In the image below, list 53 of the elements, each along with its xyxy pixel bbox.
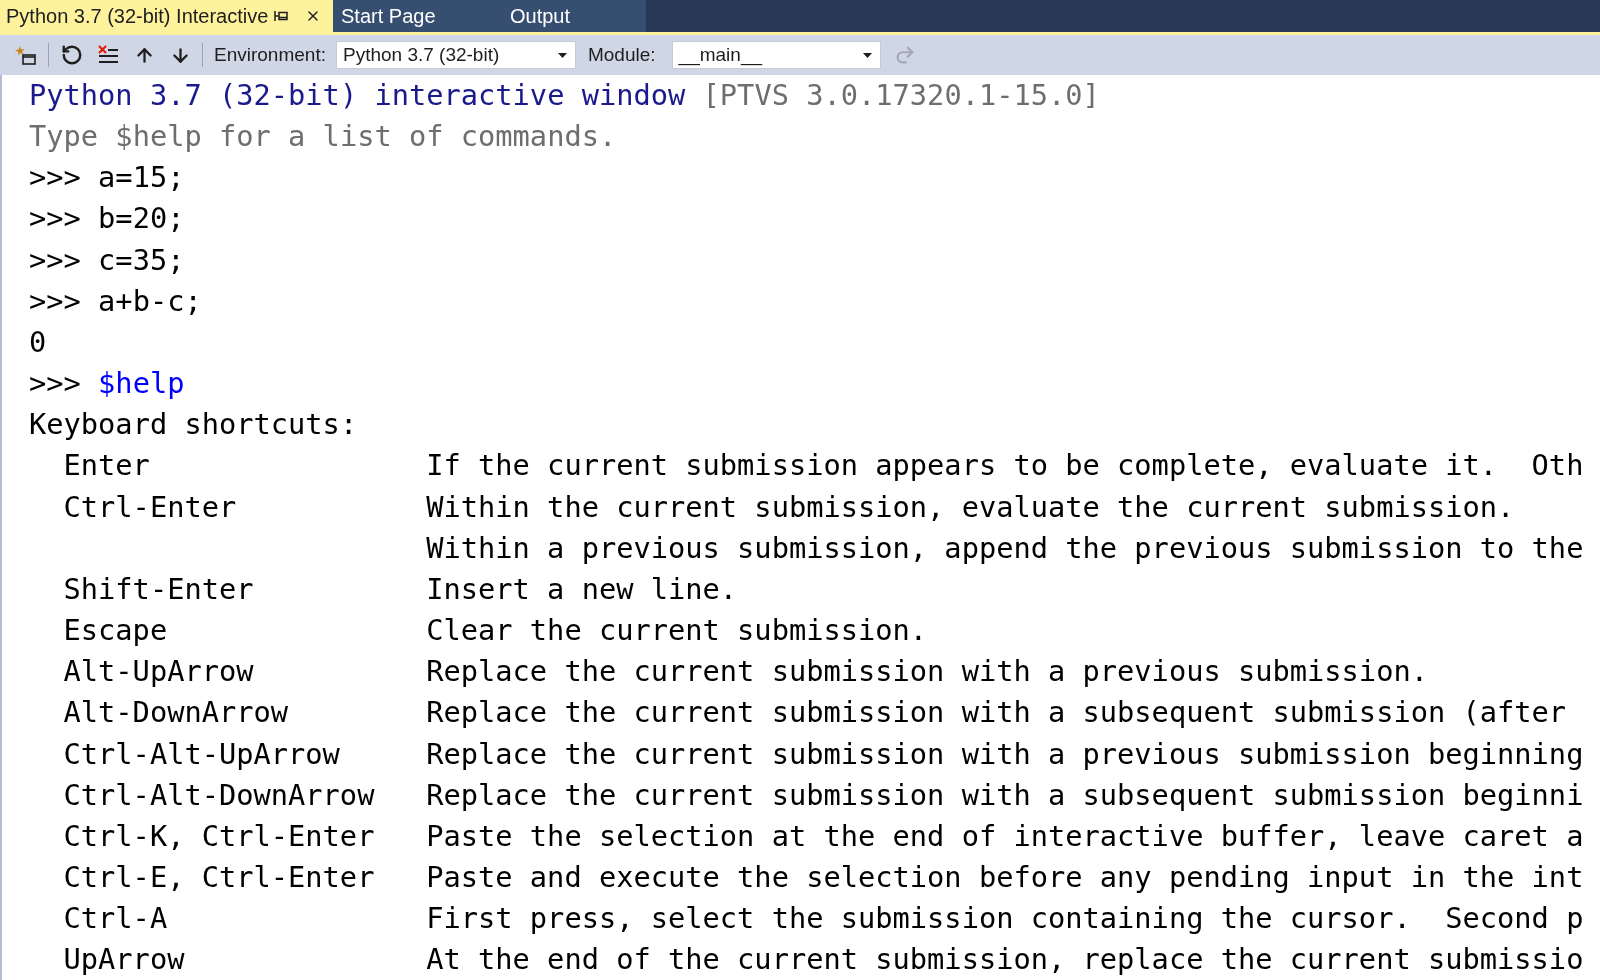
shortcut-description: Within the current submission, evaluate the current submission. [426, 488, 1515, 526]
version-text: [PTVS 3.0.17320.1-15.0] [702, 77, 1100, 114]
shortcut-description: Insert a new line. [426, 570, 738, 608]
shortcut-description: Paste and execute the selection before any pending input in the int [426, 858, 1584, 896]
star-window-icon [14, 45, 36, 65]
shortcut-description: Paste the selection at the end of interactive buffer, leave caret a [426, 817, 1584, 855]
output-text: Keyboard shortcuts: [29, 406, 358, 444]
shortcut-description: Replace the current submission with a previous submission beginning [426, 735, 1584, 773]
environment-dropdown[interactable]: Python 3.7 (32-bit) [335, 41, 576, 69]
shortcut-description: If the current submission appears to be complete, evaluate it. Oth [426, 447, 1584, 485]
shortcut-keys: Shift-Enter [63, 568, 254, 611]
shortcut-keys: UpArrow [63, 939, 185, 980]
shortcut-description: Within a previous submission, append the previous submission to the [426, 529, 1584, 567]
code-text: a=15; [98, 159, 185, 197]
shortcut-keys: Alt-UpArrow [63, 651, 254, 693]
prompt-text: >>> [29, 365, 81, 403]
banner-text: Python 3.7 (32-bit) interactive window [29, 77, 686, 114]
prompt-text: >>> [29, 241, 81, 279]
shortcut-description: Replace the current submission with a subsequent submission beginni [426, 776, 1584, 814]
shortcut-keys: Ctrl-E, Ctrl-Enter [63, 856, 375, 899]
shortcut-keys: Enter [63, 445, 150, 487]
prompt-text: >>> [29, 159, 81, 197]
shortcut-keys: Ctrl-Alt-DownArrow [63, 774, 375, 816]
tab[interactable]: Output [502, 0, 646, 32]
shortcut-keys: Ctrl-Alt-UpArrow [63, 733, 340, 775]
prompt-text: >>> [29, 282, 81, 320]
circular-arrow-icon [61, 44, 83, 66]
pin-icon[interactable] [274, 10, 288, 22]
shortcut-description: First press, select the submission containing the cursor. Second p [426, 900, 1584, 938]
shortcut-keys: Ctrl-Enter [63, 486, 237, 528]
output-text: 0 [29, 323, 47, 361]
prompt-text: >>> [29, 200, 81, 238]
caret-icon [557, 52, 567, 58]
code-text: b=20; [98, 200, 185, 238]
shortcut-keys: Ctrl-K, Ctrl-Enter [63, 815, 375, 857]
tab[interactable]: Start Page [333, 0, 502, 32]
tab[interactable]: Python 3.7 (32-bit) Interactive [0, 0, 333, 32]
module-label: Module: [587, 42, 656, 67]
list-x-icon [97, 45, 119, 65]
shortcut-keys: Alt-DownArrow [63, 692, 289, 734]
command-text: $help [98, 365, 185, 403]
shortcut-description: Replace the current submission with a previous submission. [426, 653, 1428, 691]
environment-label: Environment: [214, 42, 326, 67]
code-text: c=35; [98, 241, 185, 279]
shortcut-description: Clear the current submission. [426, 612, 928, 650]
shortcut-keys: Escape [63, 610, 168, 652]
shortcut-description: Replace the current submission with a subsequent submission (after [426, 694, 1567, 732]
code-text: a+b-c; [98, 282, 202, 320]
module-dropdown[interactable]: __main__ [671, 41, 881, 69]
shortcut-description: At the end of the current submission, replace the current submissio [426, 941, 1584, 979]
shortcut-keys: Ctrl-A [63, 898, 168, 940]
caret-icon [862, 52, 872, 58]
hint-text: Type $help for a list of commands. [29, 118, 617, 156]
